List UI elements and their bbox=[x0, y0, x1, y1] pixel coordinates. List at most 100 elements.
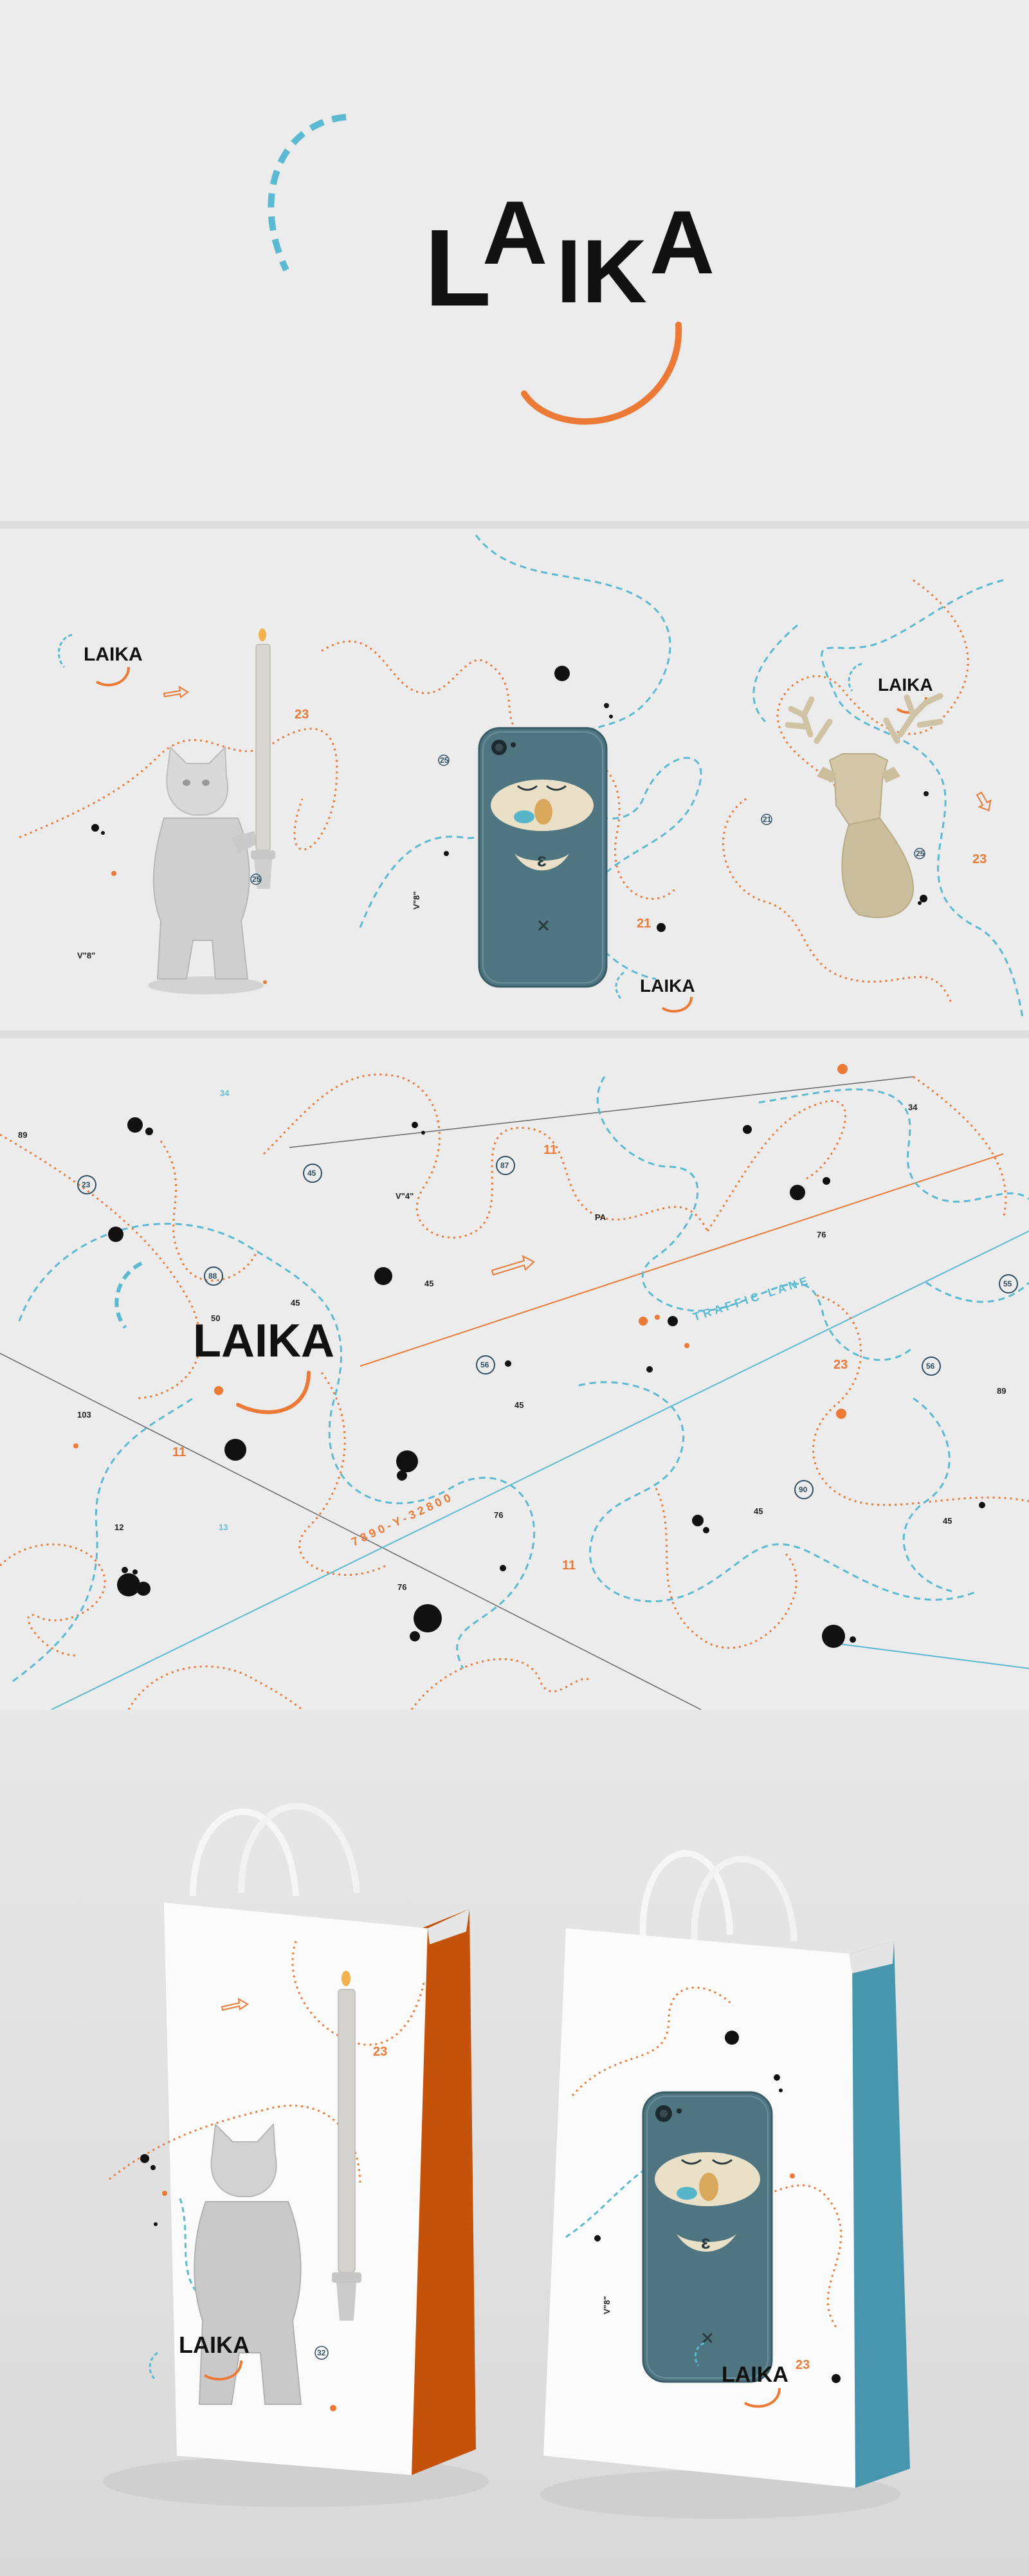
logo-a2: A bbox=[650, 192, 715, 293]
orange-dotted-path bbox=[655, 1488, 797, 1649]
map-number: 13 bbox=[219, 1522, 228, 1532]
arrow-up-icon bbox=[976, 791, 992, 812]
map-number: 11 bbox=[562, 1558, 576, 1573]
deer-head-image bbox=[785, 693, 943, 918]
orange-dotted-path bbox=[0, 1133, 201, 1400]
logo-artwork: L A I K A bbox=[268, 114, 715, 425]
left-shopping-bag: 23 32 LAIKA bbox=[103, 1803, 489, 2507]
circled-number: 56 bbox=[922, 1357, 941, 1376]
showcase-artwork: LAIKA 23 25 25 21 23 21 25 V"8" V"8" ɛ L… bbox=[19, 534, 1024, 1018]
map-number: 11 bbox=[543, 1143, 557, 1157]
circled-number-text: 56 bbox=[480, 1360, 489, 1369]
map-number: V"4" bbox=[396, 1191, 414, 1201]
circled-number-text: 25 bbox=[440, 756, 449, 765]
small-logo-left: LAIKA bbox=[58, 634, 143, 686]
v8-label: V"8" bbox=[412, 891, 421, 909]
circled-number: 87 bbox=[496, 1156, 515, 1175]
circled-number-text: 88 bbox=[208, 1272, 217, 1281]
v8-label: V"8" bbox=[602, 2296, 612, 2314]
bag-logo-text: LAIKA bbox=[722, 2362, 788, 2387]
logo-k: K bbox=[582, 221, 647, 322]
orange-dotted-path bbox=[812, 1294, 1029, 1506]
orange-dots bbox=[73, 1064, 848, 1448]
orange-dotted-path bbox=[159, 1140, 259, 1282]
circled-number-text: 55 bbox=[1003, 1279, 1012, 1288]
circled-number: 25 bbox=[250, 873, 262, 885]
number-label: 23 bbox=[972, 852, 987, 866]
map-number: 103 bbox=[77, 1410, 91, 1420]
blue-dashed-path bbox=[578, 1381, 978, 1603]
map-number: 45 bbox=[514, 1400, 524, 1410]
circled-number-text: 45 bbox=[307, 1169, 316, 1178]
bag-number: 23 bbox=[796, 2358, 810, 2372]
small-logo-text: LAIKA bbox=[878, 675, 933, 695]
candle-image bbox=[251, 628, 275, 889]
circled-number-text: 56 bbox=[926, 1362, 935, 1371]
map-number: 45 bbox=[943, 1516, 952, 1526]
v8-label: V"8" bbox=[77, 951, 95, 960]
map-number: 34 bbox=[908, 1102, 918, 1112]
circled-number: 23 bbox=[77, 1175, 96, 1194]
phone-case-image: ɛ bbox=[642, 2091, 773, 2383]
traffic-lane-label: TRAFFIC LANE bbox=[691, 1274, 812, 1324]
orange-dotted-path bbox=[0, 1543, 106, 1657]
mouth-glyph: ɛ bbox=[701, 2232, 711, 2253]
right-shopping-bag: 23 V"8" ɛ LAIKA bbox=[540, 1850, 910, 2519]
map-number: 45 bbox=[291, 1298, 300, 1308]
grey-thin-line bbox=[0, 1353, 702, 1710]
product-showcase-panel: LAIKA 23 25 25 21 23 21 25 V"8" V"8" ɛ L… bbox=[0, 529, 1029, 1030]
bags-artwork: 23 32 LAIKA 23 V"8" ɛ LAIKA bbox=[103, 1803, 910, 2519]
circled-number-text: 32 bbox=[317, 2348, 326, 2357]
orange-dots bbox=[790, 2173, 795, 2179]
blue-dashed-path bbox=[902, 1397, 952, 1593]
blue-dashed-path bbox=[925, 1281, 1029, 1303]
circled-number: 90 bbox=[794, 1480, 814, 1499]
map-number: 76 bbox=[397, 1582, 406, 1592]
decorative-dots bbox=[108, 1117, 985, 1648]
small-logo-text: LAIKA bbox=[640, 976, 695, 996]
pattern-logo: LAIKA bbox=[193, 1315, 334, 1414]
circled-number: 55 bbox=[999, 1274, 1018, 1293]
orange-dotted-path bbox=[913, 1075, 1007, 1219]
bag-number: 23 bbox=[373, 2045, 387, 2059]
blue-thin-line bbox=[51, 1230, 1029, 1710]
circled-number: 56 bbox=[476, 1355, 495, 1375]
circled-number: 88 bbox=[204, 1266, 223, 1286]
blue-dashed-path bbox=[114, 1261, 143, 1329]
orange-smile-arc bbox=[521, 322, 682, 425]
blue-dashed-path bbox=[758, 1088, 1029, 1203]
circled-number: 45 bbox=[303, 1164, 322, 1183]
number-label: 23 bbox=[295, 708, 309, 722]
orange-dotted-path bbox=[298, 1372, 387, 1576]
blue-dashed-arc bbox=[268, 114, 347, 272]
pattern-logo-text: LAIKA bbox=[193, 1315, 334, 1367]
circled-number-text: 25 bbox=[252, 875, 261, 884]
map-number: 12 bbox=[114, 1522, 123, 1532]
circled-number-text: 21 bbox=[763, 815, 772, 824]
blue-thin-line bbox=[829, 1642, 1029, 1669]
circled-number-text: 25 bbox=[916, 849, 925, 858]
circled-number-text: 23 bbox=[82, 1180, 91, 1189]
map-number: 11 bbox=[172, 1445, 186, 1459]
logo-l: L bbox=[424, 207, 491, 329]
logo-i: I bbox=[556, 221, 581, 322]
blue-dashed-path bbox=[12, 1397, 194, 1683]
map-number: 45 bbox=[754, 1506, 763, 1516]
map-number: 76 bbox=[494, 1510, 503, 1520]
small-logo-text: LAIKA bbox=[84, 644, 143, 665]
logo-panel: L A I K A bbox=[0, 0, 1029, 521]
circled-number: 21 bbox=[761, 814, 772, 825]
map-number: 89 bbox=[997, 1386, 1006, 1396]
orange-dotted-path bbox=[410, 1658, 593, 1710]
logo-a1: A bbox=[482, 182, 547, 283]
circled-number-text: 90 bbox=[799, 1485, 808, 1494]
map-number: PA bbox=[595, 1212, 606, 1222]
grey-thin-line bbox=[289, 1076, 914, 1148]
map-number: 34 bbox=[220, 1088, 230, 1098]
shopping-bags-panel: 23 32 LAIKA 23 V"8" ɛ LAIKA bbox=[0, 1710, 1029, 2576]
phone-case-image: ɛ bbox=[478, 727, 608, 988]
arrow-right-icon bbox=[163, 685, 189, 699]
mouth-glyph: ɛ bbox=[537, 850, 547, 871]
cat-figurine-image bbox=[148, 745, 264, 994]
arrow-right-icon bbox=[491, 1255, 535, 1276]
